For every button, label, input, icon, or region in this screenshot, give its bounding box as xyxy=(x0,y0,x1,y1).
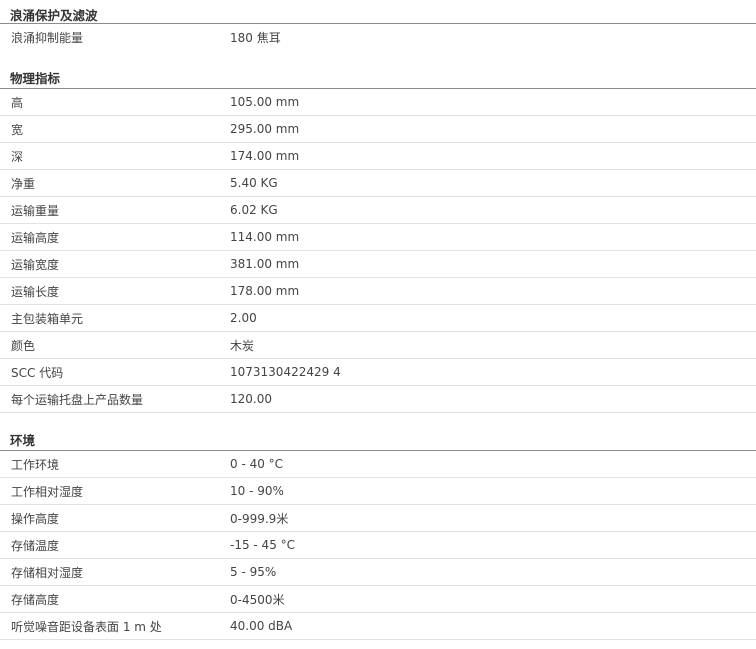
spec-value: 114.00 mm xyxy=(230,230,300,244)
table-row: 浪涌抑制能量 180 焦耳 xyxy=(0,24,756,51)
table-row: 运输宽度 381.00 mm xyxy=(0,251,756,278)
spec-value: 6.02 KG xyxy=(230,203,278,217)
table-row: 高 105.00 mm xyxy=(0,89,756,116)
table-row: 操作高度 0-999.9米 xyxy=(0,505,756,532)
spec-label: 存储相对湿度 xyxy=(11,565,84,580)
spec-label: 浪涌抑制能量 xyxy=(11,31,84,45)
spec-label: 每个运输托盘上产品数量 xyxy=(11,392,144,407)
spec-value: 105.00 mm xyxy=(230,95,300,109)
spec-value: 0-4500米 xyxy=(230,592,285,607)
spec-value: 174.00 mm xyxy=(230,149,300,163)
spec-value: 120.00 xyxy=(230,392,272,406)
spec-label: 存储高度 xyxy=(11,592,60,607)
spec-label: 运输高度 xyxy=(11,230,60,245)
spec-value: 178.00 mm xyxy=(230,284,300,298)
spec-label: SCC 代码 xyxy=(11,365,64,380)
spec-value: 0 - 40 °C xyxy=(230,457,284,471)
spec-label: 运输长度 xyxy=(11,284,60,299)
table-row: SCC 代码 1073130422429 4 xyxy=(0,359,756,386)
spec-value: 40.00 dBA xyxy=(230,619,293,633)
table-row: 运输重量 6.02 KG xyxy=(0,197,756,224)
spec-label: 主包装箱单元 xyxy=(11,311,84,326)
spec-value: 木炭 xyxy=(230,338,255,353)
spec-label: 听觉噪音距设备表面 1 m 处 xyxy=(11,619,162,634)
table-row: 深 174.00 mm xyxy=(0,143,756,170)
section-header-surge: 浪涌保护及滤波 xyxy=(0,0,756,24)
spec-label: 工作相对湿度 xyxy=(11,484,84,499)
spec-label: 颜色 xyxy=(11,338,36,353)
spec-label: 工作环境 xyxy=(11,457,60,472)
spec-label: 宽 xyxy=(11,122,24,137)
spec-label: 高 xyxy=(11,95,24,110)
spec-value: 0-999.9米 xyxy=(230,511,289,526)
table-row: 每个运输托盘上产品数量 120.00 xyxy=(0,386,756,413)
table-row: 听觉噪音距设备表面 1 m 处 40.00 dBA xyxy=(0,613,756,640)
table-row: 净重 5.40 KG xyxy=(0,170,756,197)
spec-value: 5.40 KG xyxy=(230,176,278,190)
spec-value: 381.00 mm xyxy=(230,257,300,271)
table-row: 存储相对湿度 5 - 95% xyxy=(0,559,756,586)
table-row: 颜色 木炭 xyxy=(0,332,756,359)
spec-label: 存储温度 xyxy=(11,538,60,553)
table-row: 存储温度 -15 - 45 °C xyxy=(0,532,756,559)
spec-label: 操作高度 xyxy=(11,511,60,526)
spec-label: 运输重量 xyxy=(11,203,60,218)
spec-label: 深 xyxy=(11,149,24,164)
spec-value: 2.00 xyxy=(230,311,257,325)
section-header-environment: 环境 xyxy=(0,424,756,451)
spec-label: 运输宽度 xyxy=(11,257,60,272)
table-row: 工作相对湿度 10 - 90% xyxy=(0,478,756,505)
table-row: 工作环境 0 - 40 °C xyxy=(0,451,756,478)
spec-value: 1073130422429 4 xyxy=(230,365,341,379)
spec-value: -15 - 45 °C xyxy=(230,538,296,552)
spec-value: 180 焦耳 xyxy=(230,31,281,45)
spec-value: 10 - 90% xyxy=(230,484,284,498)
table-row: 运输高度 114.00 mm xyxy=(0,224,756,251)
table-row: 主包装箱单元 2.00 xyxy=(0,305,756,332)
table-row: 运输长度 178.00 mm xyxy=(0,278,756,305)
spec-value: 295.00 mm xyxy=(230,122,300,136)
spec-value: 5 - 95% xyxy=(230,565,277,579)
table-row: 存储高度 0-4500米 xyxy=(0,586,756,613)
section-header-physical: 物理指标 xyxy=(0,62,756,89)
spec-table: 浪涌保护及滤波 浪涌抑制能量 180 焦耳 物理指标 高 105.00 mm 宽… xyxy=(0,0,756,640)
spec-label: 净重 xyxy=(11,176,36,191)
table-row: 宽 295.00 mm xyxy=(0,116,756,143)
